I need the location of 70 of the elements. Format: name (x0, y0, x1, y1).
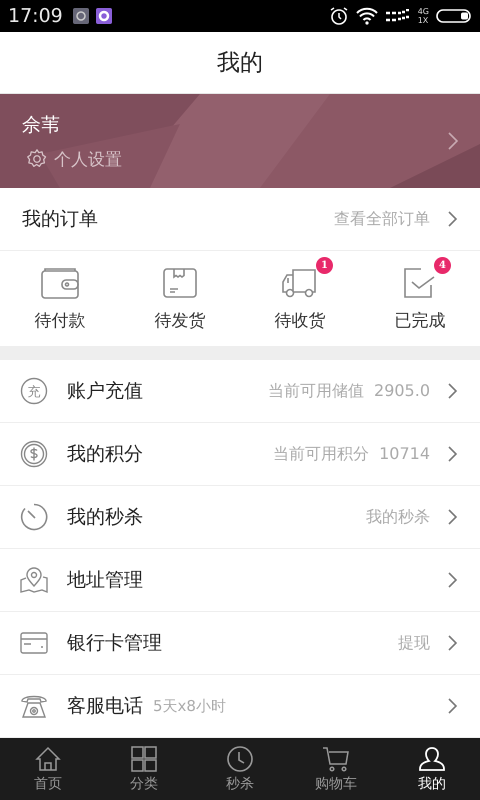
grid-icon (130, 746, 158, 772)
clock-icon (226, 746, 254, 772)
count-badge: 4 (434, 257, 451, 274)
bank-card-icon (20, 632, 48, 654)
tab-item[interactable]: 购物车 (288, 738, 384, 800)
menu-label: 客服电话 (67, 694, 143, 719)
view-all-orders-link: 查看全部订单 (334, 208, 430, 230)
menu-label: 我的秒杀 (67, 505, 143, 530)
network-type: 4G (418, 7, 429, 16)
menu-row[interactable]: 我的积分 当前可用积分 10714 (0, 423, 480, 486)
menu-row[interactable]: 我的秒杀 我的秒杀 (0, 486, 480, 549)
status-time: 17:09 (8, 5, 63, 27)
timer-icon (20, 503, 48, 531)
tab-item[interactable]: 分类 (96, 738, 192, 800)
order-status-item[interactable]: 待发货 (120, 251, 240, 346)
checkbox-icon (403, 267, 437, 299)
chevron-icon (448, 132, 458, 150)
menu-value: 我的秒杀 (366, 506, 430, 528)
chevron-icon (448, 509, 458, 525)
chevron-icon (448, 635, 458, 651)
menu-value: 提现 (398, 632, 430, 654)
menu-value: 当前可用储值 2905.0 (268, 380, 430, 402)
menu-note: 5天x8小时 (153, 696, 226, 716)
order-status-item[interactable]: 1 待收货 (240, 251, 360, 346)
page-title: 我的 (217, 49, 263, 78)
map-pin-icon (19, 566, 49, 594)
order-status-label: 待付款 (34, 310, 86, 332)
profile-banner[interactable]: 佘苇 个人设置 (0, 94, 480, 188)
wifi-icon (356, 7, 378, 25)
network-type: 1X (418, 16, 429, 25)
wallet-icon (40, 267, 80, 299)
tab-item[interactable]: 首页 (0, 738, 96, 800)
cart-icon (322, 746, 350, 772)
settings-label: 个人设置 (54, 148, 122, 170)
menu-label: 账户充值 (67, 379, 143, 404)
menu-value: 当前可用积分 10714 (272, 444, 430, 464)
count-badge: 1 (316, 257, 333, 274)
tab-item[interactable]: 我的 (384, 738, 480, 800)
notification-icon (72, 8, 89, 24)
menu-row[interactable]: 地址管理 (0, 549, 480, 612)
user-icon (418, 746, 446, 772)
tab-item[interactable]: 秒杀 (192, 738, 288, 800)
alarm-icon (328, 6, 349, 26)
orders-header[interactable]: 我的订单 查看全部订单 (0, 188, 480, 251)
user-name: 佘苇 (22, 112, 61, 138)
chevron-icon (448, 446, 458, 462)
home-icon (34, 746, 62, 772)
menu-label: 地址管理 (67, 568, 143, 593)
menu-row[interactable]: 充 账户充值 当前可用储值 2905.0 (0, 360, 480, 423)
order-status-item[interactable]: 4 已完成 (360, 251, 480, 346)
order-status-label: 待收货 (274, 310, 326, 332)
icon-char: 充 (28, 385, 40, 400)
signal-icon (384, 9, 411, 23)
chevron-icon (448, 211, 458, 227)
order-status-label: 已完成 (394, 310, 446, 332)
chevron-icon (448, 698, 458, 714)
menu-label: 银行卡管理 (67, 631, 162, 656)
coin-icon (20, 440, 48, 468)
box-icon (162, 267, 198, 299)
settings-icon (26, 148, 48, 170)
battery-icon (436, 8, 472, 24)
app-notification-icon (96, 8, 112, 24)
truck-icon (281, 267, 319, 299)
menu-label: 我的积分 (67, 442, 143, 467)
chevron-icon (448, 572, 458, 588)
menu-row[interactable]: 银行卡管理 提现 (0, 612, 480, 675)
order-status-label: 待发货 (154, 310, 206, 332)
order-status-item[interactable]: 待付款 (0, 251, 120, 346)
chevron-icon (448, 383, 458, 399)
orders-title: 我的订单 (22, 207, 98, 232)
